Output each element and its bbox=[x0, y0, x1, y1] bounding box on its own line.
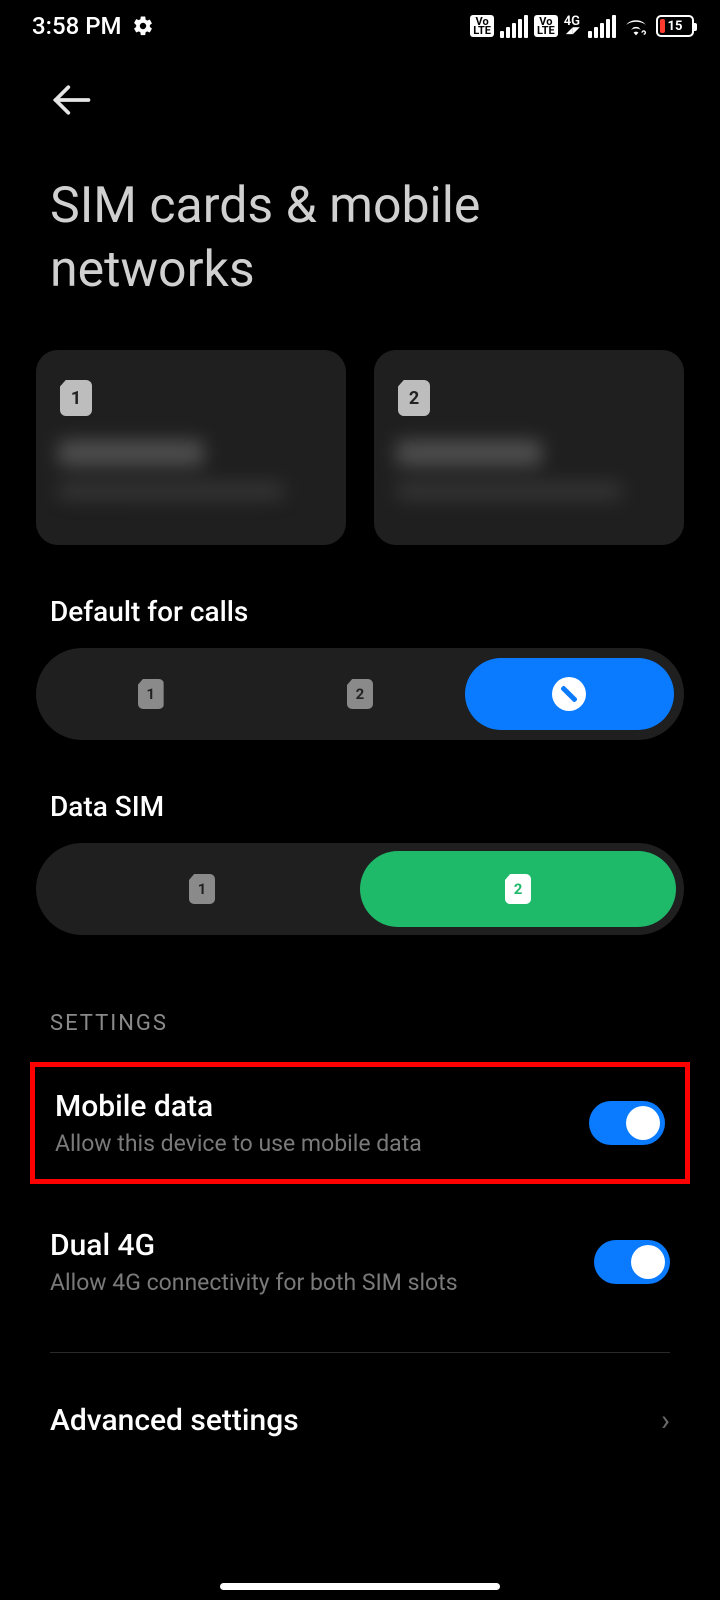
sim-card-1[interactable]: 1 bbox=[36, 350, 346, 545]
dual-4g-title: Dual 4G bbox=[50, 1228, 458, 1263]
advanced-settings-label: Advanced settings bbox=[50, 1403, 299, 1438]
default-calls-label: Default for calls bbox=[36, 545, 684, 648]
data-option-sim2[interactable]: 2 bbox=[360, 851, 676, 927]
dual-4g-row[interactable]: Dual 4G Allow 4G connectivity for both S… bbox=[36, 1206, 684, 1318]
not-set-icon bbox=[552, 677, 586, 711]
sim-card-2[interactable]: 2 bbox=[374, 350, 684, 545]
status-time: 3:58 PM bbox=[32, 12, 122, 40]
dual-4g-toggle[interactable] bbox=[594, 1240, 670, 1284]
calls-option-sim1[interactable]: 1 bbox=[46, 658, 255, 730]
wifi-icon bbox=[622, 15, 650, 37]
sim2-details-redacted bbox=[396, 440, 662, 500]
sim-chip-icon-1: 1 bbox=[60, 380, 92, 416]
sim-chip-icon-2: 2 bbox=[398, 380, 430, 416]
mobile-data-row[interactable]: Mobile data Allow this device to use mob… bbox=[41, 1067, 679, 1179]
settings-section-header: SETTINGS bbox=[36, 935, 684, 1062]
volte-badge-1: VoLTE bbox=[470, 15, 494, 37]
status-bar: 3:58 PM VoLTE VoLTE 4G ◢◤ 15 bbox=[0, 0, 720, 44]
sim-chip-icon: 2 bbox=[505, 874, 531, 904]
sim-chip-icon: 2 bbox=[347, 679, 373, 709]
highlight-annotation: Mobile data Allow this device to use mob… bbox=[30, 1062, 690, 1184]
volte-badge-2: VoLTE bbox=[534, 15, 558, 37]
calls-option-ask[interactable] bbox=[465, 658, 674, 730]
sim1-details-redacted bbox=[58, 440, 324, 500]
battery-percent: 15 bbox=[658, 19, 692, 34]
mobile-data-subtitle: Allow this device to use mobile data bbox=[55, 1130, 422, 1157]
dual-4g-subtitle: Allow 4G connectivity for both SIM slots bbox=[50, 1269, 458, 1296]
gear-icon bbox=[132, 15, 154, 37]
signal-bars-1 bbox=[500, 15, 528, 38]
calls-option-sim2[interactable]: 2 bbox=[255, 658, 464, 730]
mobile-data-title: Mobile data bbox=[55, 1089, 422, 1124]
home-indicator[interactable] bbox=[220, 1583, 500, 1590]
sim-chip-icon: 1 bbox=[189, 874, 215, 904]
chevron-right-icon: › bbox=[661, 1403, 670, 1438]
battery-indicator: 15 bbox=[656, 15, 694, 37]
page-title: SIM cards & mobile networks bbox=[36, 136, 684, 332]
advanced-settings-row[interactable]: Advanced settings › bbox=[36, 1353, 684, 1438]
sim-chip-icon: 1 bbox=[138, 679, 164, 709]
data-sim-selector: 1 2 bbox=[36, 843, 684, 935]
back-button[interactable] bbox=[50, 78, 94, 122]
default-calls-selector: 1 2 bbox=[36, 648, 684, 740]
signal-bars-2 bbox=[588, 15, 616, 38]
data-option-sim1[interactable]: 1 bbox=[44, 851, 360, 927]
mobile-data-toggle[interactable] bbox=[589, 1101, 665, 1145]
data-sim-label: Data SIM bbox=[36, 740, 684, 843]
